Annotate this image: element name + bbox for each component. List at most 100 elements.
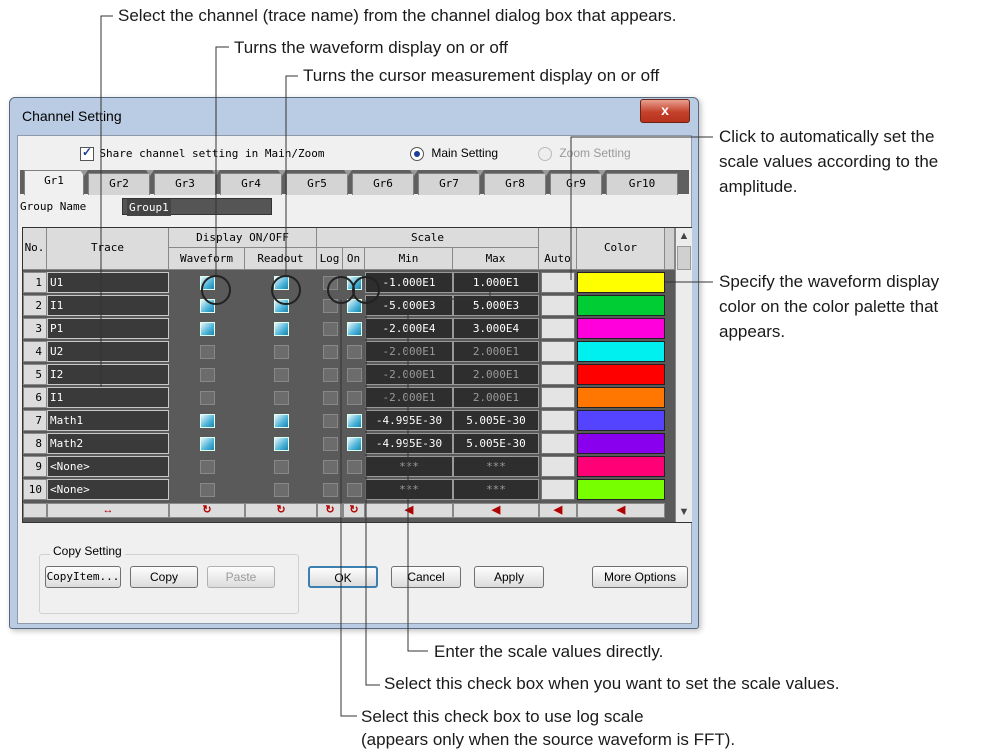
zoom-setting-option[interactable]: Zoom Setting	[538, 146, 631, 161]
trace-field[interactable]: I2	[47, 364, 169, 385]
auto-button[interactable]	[541, 433, 575, 454]
auto-button[interactable]	[541, 479, 575, 500]
color-swatch[interactable]	[577, 387, 665, 408]
min-field[interactable]: -2.000E1	[365, 387, 453, 408]
min-field[interactable]: -4.995E-30	[365, 433, 453, 454]
scale-on-checkbox[interactable]	[347, 483, 362, 497]
max-field[interactable]: 5.000E3	[453, 295, 539, 316]
footer-log-toggle-icon[interactable]: ↻	[317, 503, 343, 518]
waveform-checkbox[interactable]	[200, 345, 215, 359]
tab-gr4[interactable]: Gr4	[220, 173, 282, 195]
auto-button[interactable]	[541, 341, 575, 362]
trace-field[interactable]: U2	[47, 341, 169, 362]
log-checkbox[interactable]	[323, 299, 338, 313]
max-field[interactable]: 5.005E-30	[453, 410, 539, 431]
max-field[interactable]: 2.000E1	[453, 341, 539, 362]
readout-checkbox[interactable]	[274, 276, 289, 290]
footer-readout-toggle-icon[interactable]: ↻	[245, 503, 317, 518]
group-name-field[interactable]: Group1	[122, 198, 272, 216]
main-setting-radio[interactable]	[410, 146, 424, 161]
tab-gr5[interactable]: Gr5	[286, 173, 348, 195]
copy-item-button[interactable]: CopyItem...	[45, 566, 121, 588]
waveform-checkbox[interactable]	[200, 460, 215, 474]
zoom-setting-radio[interactable]	[538, 146, 552, 161]
trace-field[interactable]: Math1	[47, 410, 169, 431]
auto-button[interactable]	[541, 272, 575, 293]
min-field[interactable]: ***	[365, 479, 453, 500]
auto-button[interactable]	[541, 456, 575, 477]
max-field[interactable]: 2.000E1	[453, 364, 539, 385]
waveform-checkbox[interactable]	[200, 483, 215, 497]
readout-checkbox[interactable]	[274, 437, 289, 451]
waveform-checkbox[interactable]	[200, 414, 215, 428]
readout-checkbox[interactable]	[274, 299, 289, 313]
readout-checkbox[interactable]	[274, 322, 289, 336]
auto-button[interactable]	[541, 318, 575, 339]
trace-field[interactable]: Math2	[47, 433, 169, 454]
footer-min-fill-icon[interactable]: ◀	[365, 503, 453, 518]
trace-field[interactable]: I1	[47, 387, 169, 408]
auto-button[interactable]	[541, 387, 575, 408]
min-field[interactable]: -2.000E1	[365, 341, 453, 362]
min-field[interactable]: -5.000E3	[365, 295, 453, 316]
min-field[interactable]: -1.000E1	[365, 272, 453, 293]
paste-button[interactable]: Paste	[207, 566, 275, 588]
share-checkbox[interactable]	[80, 145, 94, 161]
trace-field[interactable]: P1	[47, 318, 169, 339]
scroll-up-icon[interactable]: ▲	[676, 228, 692, 244]
scale-on-checkbox[interactable]	[347, 414, 362, 428]
dialog-titlebar[interactable]: Channel Setting x	[10, 98, 698, 134]
scale-on-checkbox[interactable]	[347, 299, 362, 313]
footer-auto-fill-icon[interactable]: ◀	[539, 503, 577, 518]
trace-field[interactable]: <None>	[47, 456, 169, 477]
auto-button[interactable]	[541, 410, 575, 431]
min-field[interactable]: -4.995E-30	[365, 410, 453, 431]
color-swatch[interactable]	[577, 341, 665, 362]
log-checkbox[interactable]	[323, 414, 338, 428]
auto-button[interactable]	[541, 364, 575, 385]
tab-gr2[interactable]: Gr2	[88, 173, 150, 195]
waveform-checkbox[interactable]	[200, 368, 215, 382]
log-checkbox[interactable]	[323, 437, 338, 451]
log-checkbox[interactable]	[323, 345, 338, 359]
min-field[interactable]: ***	[365, 456, 453, 477]
color-swatch[interactable]	[577, 456, 665, 477]
scale-on-checkbox[interactable]	[347, 368, 362, 382]
table-scrollbar[interactable]: ▲ ▼	[675, 228, 692, 522]
scale-on-checkbox[interactable]	[347, 460, 362, 474]
close-button[interactable]: x	[640, 99, 690, 123]
trace-field[interactable]: <None>	[47, 479, 169, 500]
readout-checkbox[interactable]	[274, 345, 289, 359]
max-field[interactable]: 2.000E1	[453, 387, 539, 408]
scale-on-checkbox[interactable]	[347, 391, 362, 405]
readout-checkbox[interactable]	[274, 483, 289, 497]
copy-button[interactable]: Copy	[130, 566, 198, 588]
ok-button[interactable]: OK	[308, 566, 378, 588]
tab-gr8[interactable]: Gr8	[484, 173, 546, 195]
max-field[interactable]: 3.000E4	[453, 318, 539, 339]
tab-gr1[interactable]: Gr1	[24, 170, 84, 195]
scroll-thumb[interactable]	[677, 246, 691, 270]
waveform-checkbox[interactable]	[200, 322, 215, 336]
scale-on-checkbox[interactable]	[347, 345, 362, 359]
readout-checkbox[interactable]	[274, 414, 289, 428]
scroll-down-icon[interactable]: ▼	[676, 504, 692, 520]
readout-checkbox[interactable]	[274, 368, 289, 382]
main-setting-option[interactable]: Main Setting	[410, 146, 498, 161]
footer-max-fill-icon[interactable]: ◀	[453, 503, 539, 518]
color-swatch[interactable]	[577, 479, 665, 500]
scale-on-checkbox[interactable]	[347, 322, 362, 336]
more-options-button[interactable]: More Options	[592, 566, 688, 588]
waveform-checkbox[interactable]	[200, 437, 215, 451]
tab-gr3[interactable]: Gr3	[154, 173, 216, 195]
max-field[interactable]: ***	[453, 479, 539, 500]
color-swatch[interactable]	[577, 295, 665, 316]
readout-checkbox[interactable]	[274, 460, 289, 474]
color-swatch[interactable]	[577, 364, 665, 385]
log-checkbox[interactable]	[323, 460, 338, 474]
waveform-checkbox[interactable]	[200, 299, 215, 313]
tab-gr10[interactable]: Gr10	[606, 173, 678, 195]
max-field[interactable]: 5.005E-30	[453, 433, 539, 454]
tab-gr6[interactable]: Gr6	[352, 173, 414, 195]
max-field[interactable]: 1.000E1	[453, 272, 539, 293]
